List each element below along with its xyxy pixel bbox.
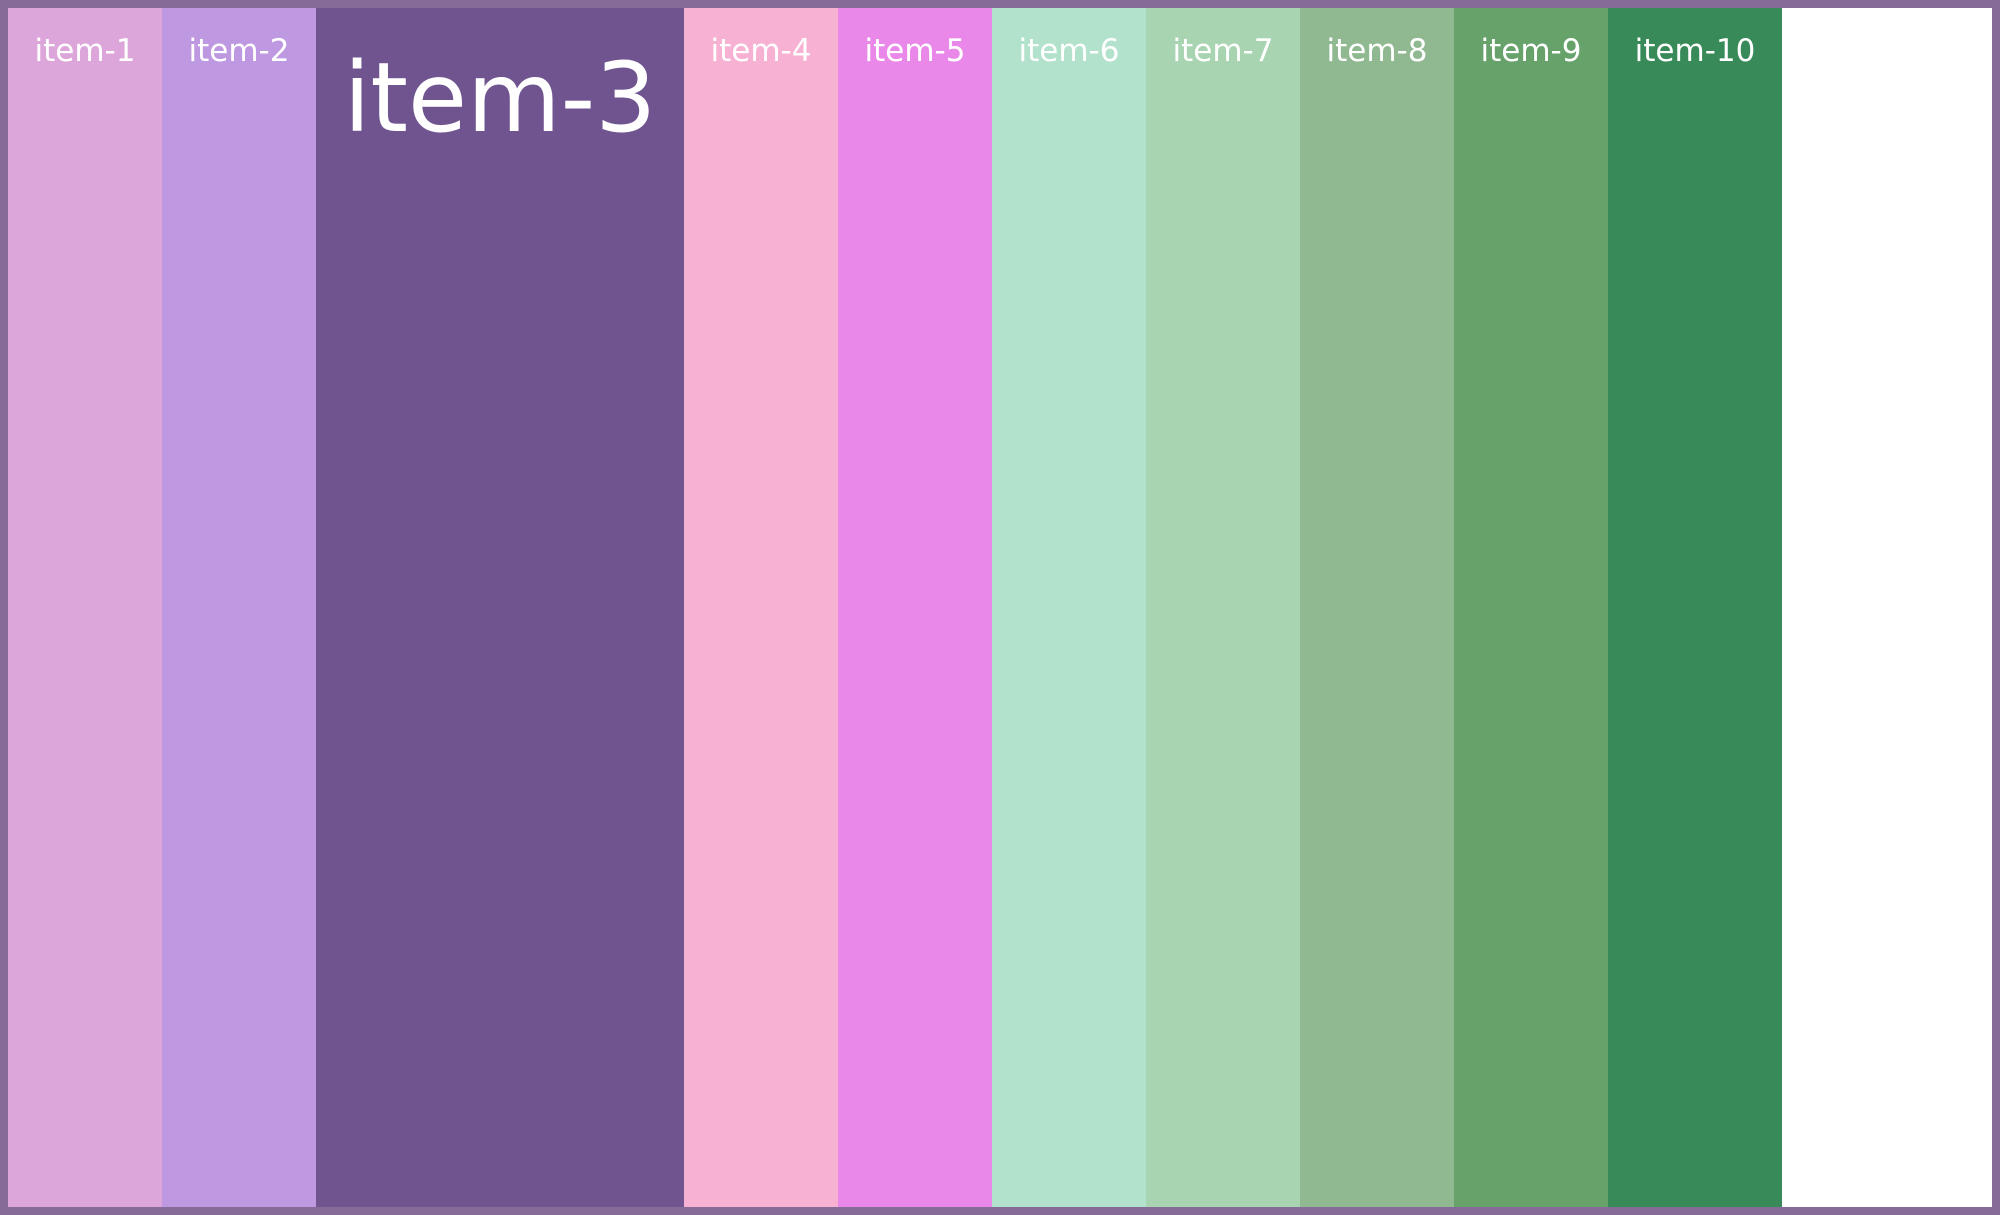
flex-item-4[interactable]: item-4 [684,8,838,1207]
flex-item-label: item-7 [1172,33,1274,69]
flex-item-8[interactable]: item-8 [1300,8,1454,1207]
flex-item-label: item-10 [1634,33,1756,69]
flex-item-9[interactable]: item-9 [1454,8,1608,1207]
flex-item-label: item-6 [1018,33,1120,69]
flex-item-2[interactable]: item-2 [162,8,316,1207]
flex-item-label: item-4 [710,33,812,69]
flex-item-label: item-2 [188,33,290,69]
item-strip: item-1 item-2 item-3 item-4 item-5 item-… [8,8,1992,1207]
flex-item-label: item-3 [343,42,657,154]
flex-item-7[interactable]: item-7 [1146,8,1300,1207]
flex-item-label: item-9 [1480,33,1582,69]
flex-container: item-1 item-2 item-3 item-4 item-5 item-… [0,0,2000,1215]
flex-item-6[interactable]: item-6 [992,8,1146,1207]
flex-item-3[interactable]: item-3 [316,8,684,1207]
flex-item-label: item-1 [34,33,136,69]
flex-item-1[interactable]: item-1 [8,8,162,1207]
flex-item-10[interactable]: item-10 [1608,8,1782,1207]
flex-item-5[interactable]: item-5 [838,8,992,1207]
flex-item-label: item-5 [864,33,966,69]
flex-item-label: item-8 [1326,33,1428,69]
